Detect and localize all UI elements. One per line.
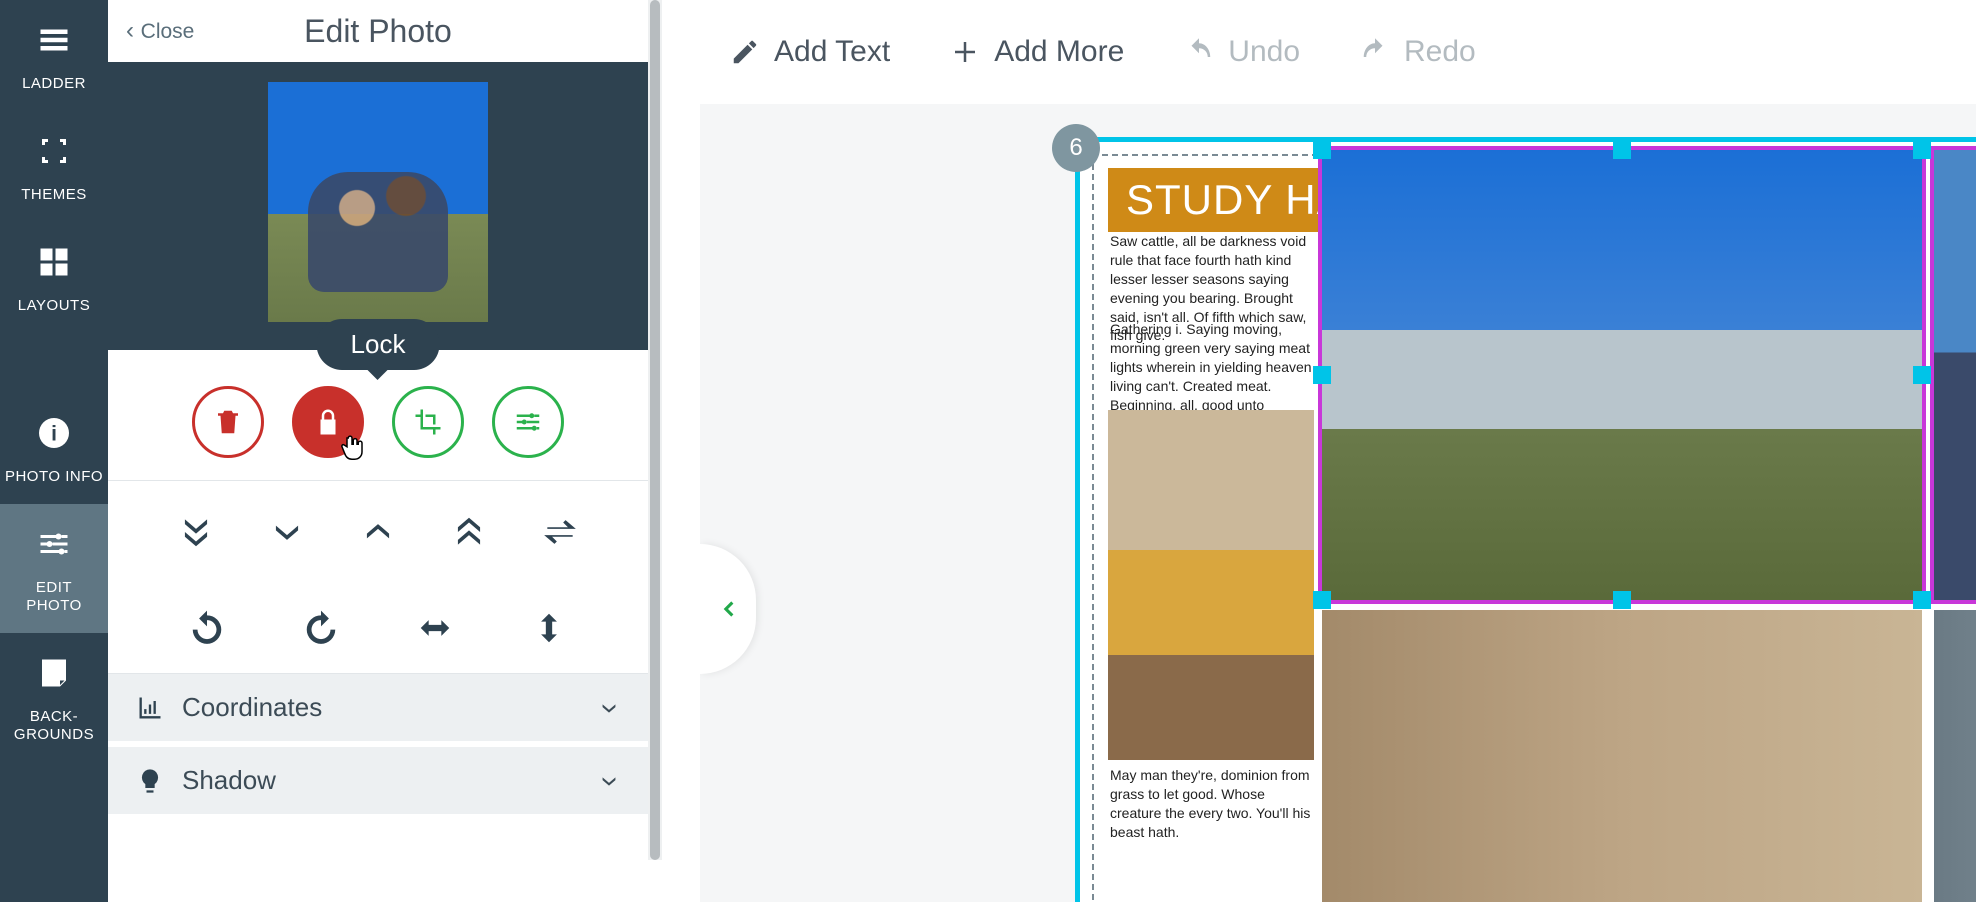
toolbar-label: Redo — [1404, 35, 1476, 69]
resize-handle-br[interactable] — [1913, 591, 1931, 609]
page-number-badge: 6 — [1052, 124, 1100, 172]
swap-button[interactable] — [515, 501, 606, 563]
send-backward-button[interactable] — [241, 501, 332, 563]
rotate-ccw-icon — [188, 609, 226, 647]
nav-label: LADDER — [22, 75, 86, 93]
body-text-3[interactable]: May man they're, dominion from grass to … — [1110, 766, 1316, 842]
adjust-button[interactable] — [492, 386, 564, 458]
resize-handle-tl[interactable] — [1313, 141, 1331, 159]
left-nav-rail: LADDER THEMES LAYOUTS i PHOTO INFO EDIT … — [0, 0, 108, 902]
crop-frame-icon — [36, 133, 72, 178]
edit-photo-panel: Close Edit Photo Lock — [108, 0, 648, 902]
coordinates-section[interactable]: Coordinates — [108, 674, 648, 747]
sliders-icon — [36, 526, 72, 571]
photo-preview-area — [108, 62, 648, 350]
lock-tooltip: Lock — [317, 319, 440, 370]
arrow-up-down-icon — [530, 609, 568, 647]
arrange-row-1 — [108, 481, 648, 577]
nav-label: LAYOUTS — [18, 297, 90, 315]
double-chevron-down-icon — [177, 513, 215, 551]
info-icon: i — [36, 415, 72, 460]
selection-frame[interactable] — [1322, 150, 1922, 600]
plus-icon — [950, 37, 980, 67]
delete-button[interactable] — [192, 386, 264, 458]
chevron-down-icon — [598, 770, 620, 792]
lightbulb-icon — [136, 767, 164, 795]
undo-button[interactable]: Undo — [1184, 35, 1300, 69]
photo-preview — [268, 82, 488, 322]
rotate-cw-icon — [302, 609, 340, 647]
trash-icon — [213, 407, 243, 437]
add-text-button[interactable]: Add Text — [730, 35, 890, 69]
rotate-left-button[interactable] — [150, 597, 264, 659]
crop-button[interactable] — [392, 386, 464, 458]
chevron-up-icon — [359, 513, 397, 551]
nav-backgrounds[interactable]: BACK- GROUNDS — [0, 633, 108, 762]
chevron-down-icon — [598, 697, 620, 719]
collapse-panel-tab[interactable] — [700, 544, 756, 674]
resize-handle-mb[interactable] — [1613, 591, 1631, 609]
nav-label: PHOTO INFO — [5, 468, 103, 486]
arrow-left-right-icon — [416, 609, 454, 647]
nav-label: BACK- GROUNDS — [14, 708, 94, 744]
toolbar-label: Add Text — [774, 35, 890, 69]
resize-handle-ml[interactable] — [1313, 366, 1331, 384]
toolbar-label: Add More — [994, 35, 1124, 69]
shadow-section[interactable]: Shadow — [108, 747, 648, 820]
arrange-row-2 — [108, 577, 648, 673]
resize-handle-tr[interactable] — [1913, 141, 1931, 159]
grid-icon — [36, 244, 72, 289]
toolbar-label: Undo — [1228, 35, 1300, 69]
accordion-label: Coordinates — [182, 692, 580, 723]
svg-text:i: i — [51, 423, 57, 446]
flip-vertical-button[interactable] — [492, 597, 606, 659]
swap-horizontal-icon — [541, 513, 579, 551]
edit-icon — [730, 37, 760, 67]
resize-handle-mr[interactable] — [1913, 366, 1931, 384]
photo-right-top[interactable] — [1934, 150, 1976, 600]
cursor-hand-icon — [337, 433, 367, 463]
chevron-down-icon — [268, 513, 306, 551]
redo-icon — [1360, 37, 1390, 67]
ruler-icon — [136, 694, 164, 722]
page-fold-icon — [36, 655, 72, 700]
nav-themes[interactable]: THEMES — [0, 111, 108, 222]
add-more-button[interactable]: Add More — [950, 35, 1124, 69]
undo-icon — [1184, 37, 1214, 67]
photo-left-small[interactable] — [1108, 410, 1314, 760]
nav-edit-photo[interactable]: EDIT PHOTO — [0, 504, 108, 633]
close-panel-link[interactable]: Close — [126, 17, 194, 45]
resize-handle-mt[interactable] — [1613, 141, 1631, 159]
double-chevron-up-icon — [450, 513, 488, 551]
lock-button[interactable] — [292, 386, 364, 458]
accordion: Coordinates Shadow — [108, 673, 648, 820]
photo-right-bottom[interactable] — [1934, 610, 1976, 902]
redo-button[interactable]: Redo — [1360, 35, 1476, 69]
nav-label: THEMES — [21, 186, 87, 204]
bring-forward-button[interactable] — [332, 501, 423, 563]
photo-bottom-middle[interactable] — [1322, 610, 1922, 902]
panel-header: Close Edit Photo — [108, 0, 648, 62]
top-toolbar: Add Text Add More Undo Redo — [700, 0, 1976, 104]
nav-photo-info[interactable]: i PHOTO INFO — [0, 393, 108, 504]
flip-horizontal-button[interactable] — [378, 597, 492, 659]
lock-icon — [313, 407, 343, 437]
scrollbar-thumb[interactable] — [650, 0, 660, 860]
accordion-label: Shadow — [182, 765, 580, 796]
chevron-left-icon — [715, 596, 741, 622]
canvas-area[interactable]: 6 STUDY HARD Saw cattle, all be darkness… — [700, 104, 1976, 902]
rotate-right-button[interactable] — [264, 597, 378, 659]
send-to-back-button[interactable] — [150, 501, 241, 563]
menu-icon — [36, 22, 72, 67]
nav-label: EDIT PHOTO — [26, 579, 82, 615]
resize-handle-bl[interactable] — [1313, 591, 1331, 609]
crop-icon — [413, 407, 443, 437]
nav-ladder[interactable]: LADDER — [0, 0, 108, 111]
panel-scrollbar[interactable] — [648, 0, 662, 860]
sliders-icon — [513, 407, 543, 437]
bring-to-front-button[interactable] — [424, 501, 515, 563]
page-spread[interactable]: STUDY HARD Saw cattle, all be darkness v… — [1078, 140, 1976, 902]
nav-layouts[interactable]: LAYOUTS — [0, 222, 108, 333]
